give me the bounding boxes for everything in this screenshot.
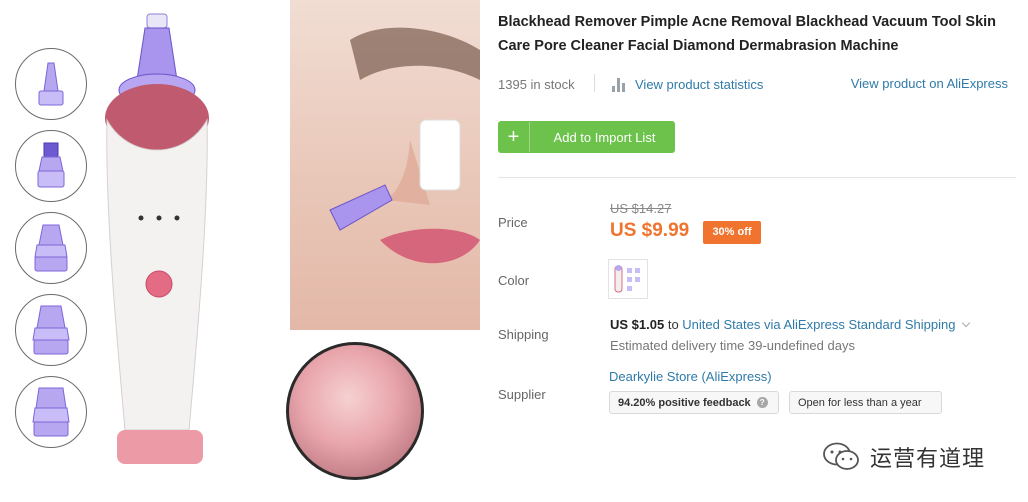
nozzle-thumbnail-1 bbox=[15, 48, 87, 120]
store-age-badge: Open for less than a year bbox=[789, 391, 942, 414]
product-image-gallery bbox=[0, 0, 480, 502]
feedback-text: 94.20% positive feedback bbox=[618, 396, 751, 409]
shipping-cost: US $1.05 bbox=[610, 317, 665, 332]
store-age-text: Open for less than a year bbox=[798, 396, 922, 409]
add-to-import-list-button[interactable]: + Add to Import List bbox=[498, 121, 675, 153]
price-label: Price bbox=[498, 215, 528, 230]
section-divider bbox=[498, 177, 1016, 178]
nozzle-thumbnail-5 bbox=[15, 376, 87, 448]
plus-icon: + bbox=[498, 122, 530, 152]
wechat-logo-icon bbox=[823, 442, 859, 470]
sale-price: US $9.99 bbox=[610, 220, 690, 241]
nozzle-thumbnail-2 bbox=[15, 130, 87, 202]
meta-divider bbox=[594, 74, 595, 92]
color-variant-swatch[interactable] bbox=[608, 259, 648, 299]
original-price: US $14.27 bbox=[610, 201, 672, 216]
model-face-photo bbox=[290, 0, 480, 330]
nozzle-thumbnail-4 bbox=[15, 294, 87, 366]
nozzle-thumbnail-3 bbox=[15, 212, 87, 284]
positive-feedback-badge: 94.20% positive feedback ? bbox=[609, 391, 779, 414]
product-meta-row: 1395 in stock View product statistics Vi… bbox=[498, 72, 1018, 96]
shipping-option[interactable]: US $1.05 to United States via AliExpress… bbox=[610, 317, 971, 332]
info-icon[interactable]: ? bbox=[756, 397, 768, 408]
add-to-import-list-label: Add to Import List bbox=[553, 129, 656, 145]
estimated-delivery: Estimated delivery time 39-undefined day… bbox=[610, 338, 855, 353]
chevron-down-icon bbox=[962, 318, 971, 328]
product-details-panel: Blackhead Remover Pimple Acne Removal Bl… bbox=[498, 10, 1018, 414]
watermark-text: 运营有道理 bbox=[870, 446, 986, 471]
watermark: 运营有道理 bbox=[822, 441, 985, 473]
color-label: Color bbox=[498, 273, 530, 288]
bar-chart-icon bbox=[612, 77, 625, 92]
nozzle-thumbnails bbox=[15, 48, 91, 458]
stock-count: 1395 in stock bbox=[498, 77, 575, 92]
product-title: Blackhead Remover Pimple Acne Removal Bl… bbox=[498, 14, 997, 54]
view-statistics-link[interactable]: View product statistics bbox=[612, 77, 763, 92]
nozzle-zoom-detail bbox=[286, 342, 424, 480]
shipping-label: Shipping bbox=[498, 327, 549, 342]
discount-badge: 30% off bbox=[703, 221, 761, 244]
supplier-label: Supplier bbox=[498, 387, 546, 402]
shipping-method: United States via AliExpress Standard Sh… bbox=[682, 317, 956, 332]
supplier-store-link[interactable]: Dearkylie Store (AliExpress) bbox=[609, 369, 772, 384]
view-statistics-label: View product statistics bbox=[635, 77, 764, 92]
view-on-aliexpress-link[interactable]: View product on AliExpress bbox=[851, 76, 1008, 91]
shipping-to: to bbox=[667, 317, 679, 332]
